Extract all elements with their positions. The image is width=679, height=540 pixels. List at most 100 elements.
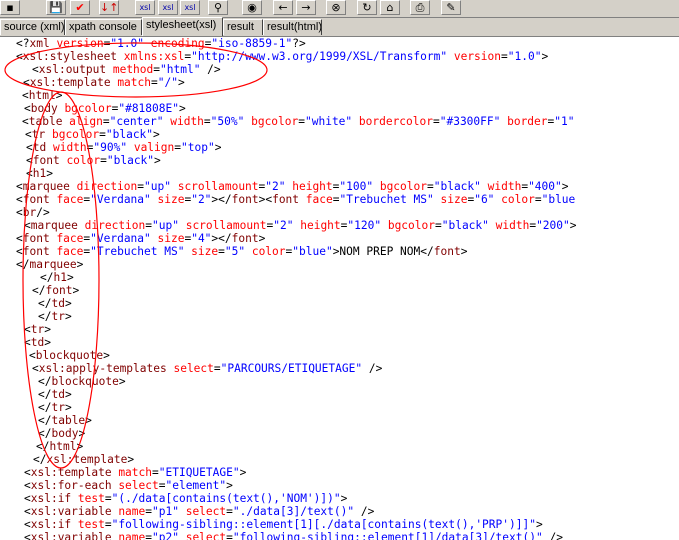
save-icon[interactable]: 💾 bbox=[46, 0, 66, 15]
code-token: face bbox=[49, 232, 84, 245]
code-line[interactable]: <marquee direction="up" scrollamount="2"… bbox=[24, 219, 577, 232]
xsl-1-icon[interactable]: xsl bbox=[135, 0, 155, 15]
tab-source-xml[interactable]: source (xml) bbox=[0, 19, 65, 35]
code-token: "1.0" bbox=[110, 37, 145, 50]
code-token: test bbox=[71, 518, 105, 531]
code-token: > bbox=[64, 310, 72, 323]
code-token: /> bbox=[542, 531, 563, 540]
code-token: select bbox=[178, 531, 227, 540]
code-line[interactable]: </td> bbox=[38, 388, 72, 401]
code-token: > bbox=[460, 245, 468, 258]
code-token: = bbox=[298, 115, 305, 128]
code-token: > bbox=[258, 232, 266, 245]
stop-icon[interactable]: ⊗ bbox=[326, 0, 346, 15]
tab-bar: source (xml) xpath console stylesheet(xsl)… bbox=[0, 17, 679, 37]
code-token: "100" bbox=[339, 180, 374, 193]
code-line[interactable]: </xsl:template> bbox=[33, 453, 134, 466]
xsl-code-editor[interactable]: <?xml version="1.0" encoding="iso-8859-1… bbox=[0, 36, 679, 540]
code-token: bgcolor bbox=[381, 219, 435, 232]
sort-icon[interactable]: ↓↑ bbox=[99, 0, 119, 15]
code-token: size bbox=[433, 193, 468, 206]
xsl-2-icon[interactable]: xsl bbox=[158, 0, 178, 15]
code-token: width bbox=[46, 141, 87, 154]
tab-result-html[interactable]: result(html) bbox=[263, 19, 322, 35]
code-token: < bbox=[24, 323, 31, 336]
print-icon[interactable]: ⎙ bbox=[410, 0, 430, 15]
code-token: </ bbox=[38, 388, 52, 401]
code-token: > bbox=[78, 427, 86, 440]
check-icon[interactable]: ✔ bbox=[70, 0, 90, 15]
code-line[interactable]: </table> bbox=[38, 414, 92, 427]
code-token: "PARCOURS/ETIQUETAGE" bbox=[220, 362, 363, 375]
code-line[interactable]: <xsl:stylesheet xmlns:xsl = "http://www.w3… bbox=[16, 50, 548, 63]
code-line[interactable]: <xsl:apply-templates select="PARCOURS/ET… bbox=[32, 362, 382, 375]
code-line[interactable]: </blockquote> bbox=[38, 375, 126, 388]
code-token: "up" bbox=[144, 180, 171, 193]
code-token: "200" bbox=[536, 219, 570, 232]
edit-icon[interactable]: ✎ bbox=[441, 0, 461, 15]
code-token: xsl:for-each bbox=[30, 479, 112, 492]
code-line[interactable]: <font face="Verdana" size="4"></font> bbox=[16, 232, 265, 245]
code-line[interactable]: <tr bgcolor="black"> bbox=[25, 128, 160, 141]
forward-icon[interactable]: → bbox=[296, 0, 316, 15]
code-line[interactable]: </font> bbox=[32, 284, 79, 297]
code-line[interactable]: <br/> bbox=[16, 206, 50, 219]
code-line[interactable]: <blockquote> bbox=[29, 349, 110, 362]
code-line[interactable]: <font face="Verdana" size="2"></font><fo… bbox=[16, 193, 575, 206]
code-line[interactable]: <xsl:output method="html" /> bbox=[32, 63, 221, 76]
code-token: < bbox=[16, 180, 23, 193]
code-token: > bbox=[103, 349, 110, 362]
code-token: body bbox=[30, 102, 58, 115]
code-line[interactable]: <marquee direction="up" scrollamount="2"… bbox=[16, 180, 569, 193]
code-line[interactable]: </tr> bbox=[38, 310, 72, 323]
code-token: font bbox=[32, 154, 60, 167]
code-token: tr bbox=[31, 128, 46, 141]
globe-icon[interactable]: ◉ bbox=[242, 0, 262, 15]
code-token: color bbox=[59, 154, 101, 167]
code-line[interactable]: <xsl:variable name="p2" select="followin… bbox=[24, 531, 563, 540]
code-token: "2" bbox=[265, 180, 286, 193]
code-line[interactable]: <td width="90%" valign="top"> bbox=[26, 141, 221, 154]
code-token: = bbox=[203, 115, 211, 128]
code-line[interactable]: </h1> bbox=[40, 271, 74, 284]
code-line[interactable]: <xsl:variable name="p1" select="./data[3… bbox=[24, 505, 374, 518]
binoculars-icon[interactable]: ⚲ bbox=[208, 0, 228, 15]
code-line[interactable]: </body> bbox=[38, 427, 85, 440]
code-token: > bbox=[127, 453, 135, 466]
code-line[interactable]: </tr> bbox=[38, 401, 72, 414]
code-token: < bbox=[25, 128, 32, 141]
code-line[interactable]: <font face="Trebuchet MS" size="5" color… bbox=[16, 245, 467, 258]
tab-stylesheet-xsl[interactable]: stylesheet(xsl) bbox=[142, 17, 223, 36]
home-icon[interactable]: ⌂ bbox=[380, 0, 400, 15]
xsl-3-icon[interactable]: xsl bbox=[180, 0, 200, 15]
code-line[interactable]: <h1> bbox=[26, 167, 53, 180]
refresh-icon[interactable]: ↻ bbox=[357, 0, 377, 15]
code-line[interactable]: </td> bbox=[38, 297, 72, 310]
code-line[interactable]: <xsl:if test="following-sibling::element… bbox=[24, 518, 543, 531]
code-line[interactable]: </marquee> bbox=[16, 258, 83, 271]
code-line[interactable]: <font color="black"> bbox=[26, 154, 161, 167]
code-token: xsl:template bbox=[46, 453, 128, 466]
tab-result[interactable]: result bbox=[223, 19, 263, 35]
code-line[interactable]: <table align="center" width="50%" bgcolo… bbox=[22, 115, 574, 128]
code-line[interactable]: </html> bbox=[36, 440, 83, 453]
code-token: bgcolor bbox=[57, 102, 112, 115]
code-line[interactable]: <body bgcolor="#81808E"> bbox=[24, 102, 186, 115]
code-line[interactable]: <xsl:if test="(./data[contains(text(),'N… bbox=[24, 492, 347, 505]
code-token: border bbox=[500, 115, 548, 128]
code-line[interactable]: <html> bbox=[22, 89, 62, 102]
tab-xpath-console[interactable]: xpath console bbox=[65, 19, 142, 35]
code-line[interactable]: <xsl:template match="ETIQUETAGE"> bbox=[24, 466, 246, 479]
code-token: html bbox=[28, 89, 56, 102]
code-token: "/" bbox=[157, 76, 178, 89]
code-line[interactable]: <td> bbox=[24, 336, 51, 349]
dots-icon[interactable]: ▪ bbox=[0, 0, 20, 15]
code-line[interactable]: <?xml version="1.0" encoding="iso-8859-1… bbox=[16, 37, 306, 50]
code-line[interactable]: <xsl:for-each select="element"> bbox=[24, 479, 233, 492]
code-token: font bbox=[272, 193, 300, 206]
back-icon[interactable]: ← bbox=[273, 0, 293, 15]
code-line[interactable]: <tr> bbox=[24, 323, 51, 336]
code-line[interactable]: <xsl:template match="/"> bbox=[23, 76, 185, 89]
code-token: </ bbox=[38, 427, 52, 440]
code-token: "Verdana" bbox=[90, 193, 151, 206]
